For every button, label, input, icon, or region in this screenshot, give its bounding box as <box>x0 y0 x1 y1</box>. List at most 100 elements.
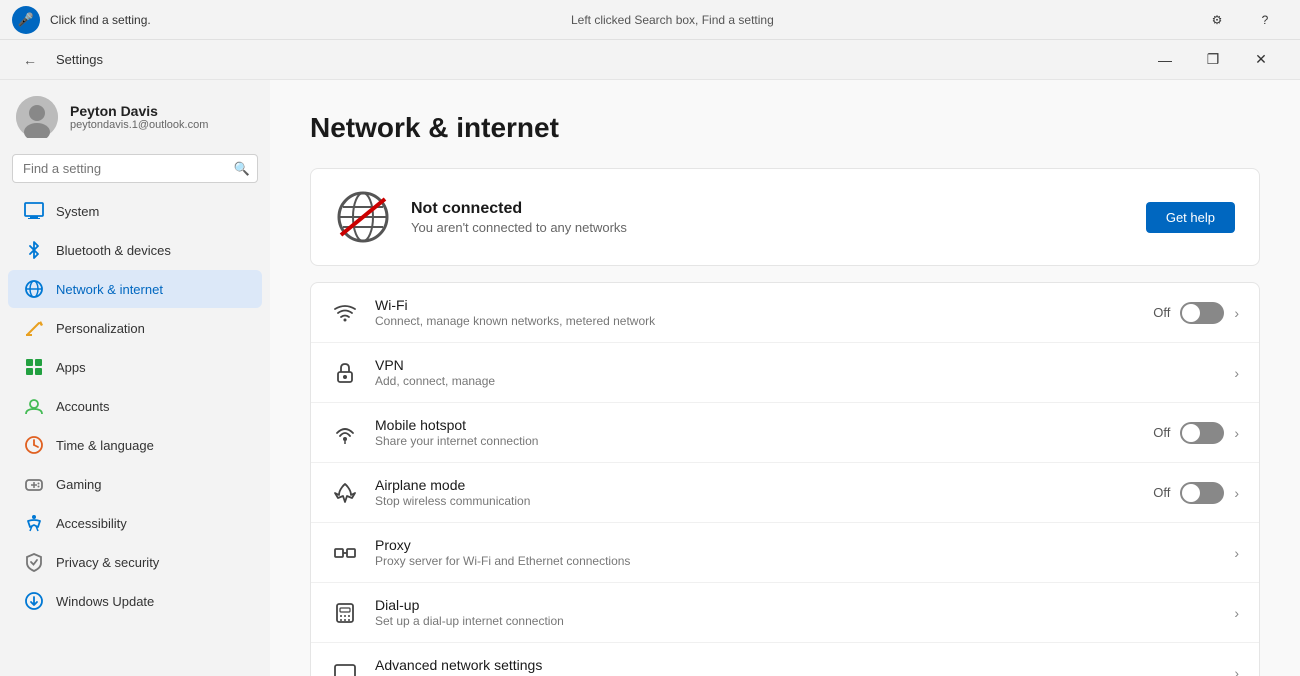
proxy-title: Proxy <box>375 537 1218 553</box>
mobile_hotspot-info: Mobile hotspot Share your internet conne… <box>375 417 1137 448</box>
minimize-button[interactable]: — <box>1142 44 1188 76</box>
sidebar-item-windows_update[interactable]: Windows Update <box>8 582 262 620</box>
settings-item-wifi[interactable]: Wi-Fi Connect, manage known networks, me… <box>311 283 1259 343</box>
sidebar-item-label: Privacy & security <box>56 555 159 570</box>
vpn-icon <box>331 359 359 387</box>
settings-item-mobile_hotspot[interactable]: Mobile hotspot Share your internet conne… <box>311 403 1259 463</box>
sidebar-item-label: Windows Update <box>56 594 154 609</box>
settings-item-dialup[interactable]: Dial-up Set up a dial-up internet connec… <box>311 583 1259 643</box>
advanced-info: Advanced network settings View all netwo… <box>375 657 1218 676</box>
toggle-label-airplane_mode: Off <box>1153 485 1170 500</box>
sidebar-item-network[interactable]: Network & internet <box>8 270 262 308</box>
apps-icon <box>24 357 44 377</box>
titlebar-status: Left clicked Search box, Find a setting <box>161 13 1184 27</box>
restore-button[interactable]: ❐ <box>1190 44 1236 76</box>
chevron-wifi: › <box>1234 305 1239 321</box>
chevron-advanced: › <box>1234 665 1239 676</box>
airplane_mode-title: Airplane mode <box>375 477 1137 493</box>
window-title: Settings <box>56 52 103 67</box>
sidebar-item-bluetooth[interactable]: Bluetooth & devices <box>8 231 262 269</box>
wifi-title: Wi-Fi <box>375 297 1137 313</box>
sidebar-item-privacy[interactable]: Privacy & security <box>8 543 262 581</box>
titlebar: 🎤 Click find a setting. Left clicked Sea… <box>0 0 1300 40</box>
sidebar-item-label: Network & internet <box>56 282 163 297</box>
dialup-subtitle: Set up a dial-up internet connection <box>375 614 1218 628</box>
toggle-mobile_hotspot[interactable] <box>1180 422 1224 444</box>
proxy-right: › <box>1234 545 1239 561</box>
nav-list: System Bluetooth & devices Network & int… <box>0 191 270 621</box>
accessibility-icon <box>24 513 44 533</box>
mobile_hotspot-icon <box>331 419 359 447</box>
system-icon <box>24 201 44 221</box>
wifi-icon <box>331 299 359 327</box>
not-connected-title: Not connected <box>411 200 1126 218</box>
airplane_mode-info: Airplane mode Stop wireless communicatio… <box>375 477 1137 508</box>
toggle-label-mobile_hotspot: Off <box>1153 425 1170 440</box>
not-connected-card: Not connected You aren't connected to an… <box>310 168 1260 266</box>
dialup-right: › <box>1234 605 1239 621</box>
search-input[interactable] <box>12 154 258 183</box>
wifi-info: Wi-Fi Connect, manage known networks, me… <box>375 297 1137 328</box>
mic-icon[interactable]: 🎤 <box>12 6 40 34</box>
toggle-wifi[interactable] <box>1180 302 1224 324</box>
help-icon-btn[interactable]: ? <box>1242 4 1288 36</box>
back-button[interactable]: ← <box>16 46 44 74</box>
wifi-right: Off › <box>1153 302 1239 324</box>
not-connected-info: Not connected You aren't connected to an… <box>411 200 1126 235</box>
toggle-airplane_mode[interactable] <box>1180 482 1224 504</box>
vpn-right: › <box>1234 365 1239 381</box>
toggle-label-wifi: Off <box>1153 305 1170 320</box>
sidebar-item-label: Accessibility <box>56 516 127 531</box>
app-window: ← Settings — ❐ ✕ Peyton Davis <box>0 40 1300 676</box>
globe-icon <box>335 189 391 245</box>
chevron-proxy: › <box>1234 545 1239 561</box>
settings-item-advanced[interactable]: Advanced network settings View all netwo… <box>311 643 1259 676</box>
user-info: Peyton Davis peytondavis.1@outlook.com <box>70 103 208 131</box>
accounts-icon <box>24 396 44 416</box>
mobile_hotspot-subtitle: Share your internet connection <box>375 434 1137 448</box>
sidebar-item-time[interactable]: Time & language <box>8 426 262 464</box>
gaming-icon <box>24 474 44 494</box>
airplane_mode-right: Off › <box>1153 482 1239 504</box>
close-button[interactable]: ✕ <box>1238 44 1284 76</box>
not-connected-subtitle: You aren't connected to any networks <box>411 220 1126 235</box>
wifi-subtitle: Connect, manage known networks, metered … <box>375 314 1137 328</box>
settings-item-vpn[interactable]: VPN Add, connect, manage › <box>311 343 1259 403</box>
settings-item-airplane_mode[interactable]: Airplane mode Stop wireless communicatio… <box>311 463 1259 523</box>
avatar <box>16 96 58 138</box>
time-icon <box>24 435 44 455</box>
advanced-icon <box>331 659 359 676</box>
sidebar-item-personalization[interactable]: Personalization <box>8 309 262 347</box>
airplane_mode-subtitle: Stop wireless communication <box>375 494 1137 508</box>
search-box: 🔍 <box>12 154 258 183</box>
sidebar-item-accessibility[interactable]: Accessibility <box>8 504 262 542</box>
vpn-subtitle: Add, connect, manage <box>375 374 1218 388</box>
personalization-icon <box>24 318 44 338</box>
user-email: peytondavis.1@outlook.com <box>70 119 208 131</box>
search-icon: 🔍 <box>234 161 250 177</box>
sidebar: Peyton Davis peytondavis.1@outlook.com 🔍… <box>0 80 270 676</box>
user-profile[interactable]: Peyton Davis peytondavis.1@outlook.com <box>0 80 270 150</box>
page-title: Network & internet <box>310 112 1260 144</box>
titlebar-controls: ⚙ ? <box>1194 4 1288 36</box>
sidebar-item-gaming[interactable]: Gaming <box>8 465 262 503</box>
sidebar-item-label: Gaming <box>56 477 102 492</box>
get-help-button[interactable]: Get help <box>1146 202 1235 233</box>
sidebar-item-system[interactable]: System <box>8 192 262 230</box>
bluetooth-icon <box>24 240 44 260</box>
window-bar: ← Settings — ❐ ✕ <box>0 40 1300 80</box>
sidebar-item-label: System <box>56 204 99 219</box>
vpn-title: VPN <box>375 357 1218 373</box>
advanced-right: › <box>1234 665 1239 676</box>
dialup-title: Dial-up <box>375 597 1218 613</box>
proxy-subtitle: Proxy server for Wi-Fi and Ethernet conn… <box>375 554 1218 568</box>
settings-icon-btn[interactable]: ⚙ <box>1194 4 1240 36</box>
titlebar-action-text: Click find a setting. <box>50 13 151 27</box>
sidebar-item-label: Bluetooth & devices <box>56 243 171 258</box>
sidebar-item-apps[interactable]: Apps <box>8 348 262 386</box>
sidebar-item-accounts[interactable]: Accounts <box>8 387 262 425</box>
settings-item-proxy[interactable]: Proxy Proxy server for Wi-Fi and Etherne… <box>311 523 1259 583</box>
chevron-dialup: › <box>1234 605 1239 621</box>
sidebar-item-label: Accounts <box>56 399 109 414</box>
vpn-info: VPN Add, connect, manage <box>375 357 1218 388</box>
